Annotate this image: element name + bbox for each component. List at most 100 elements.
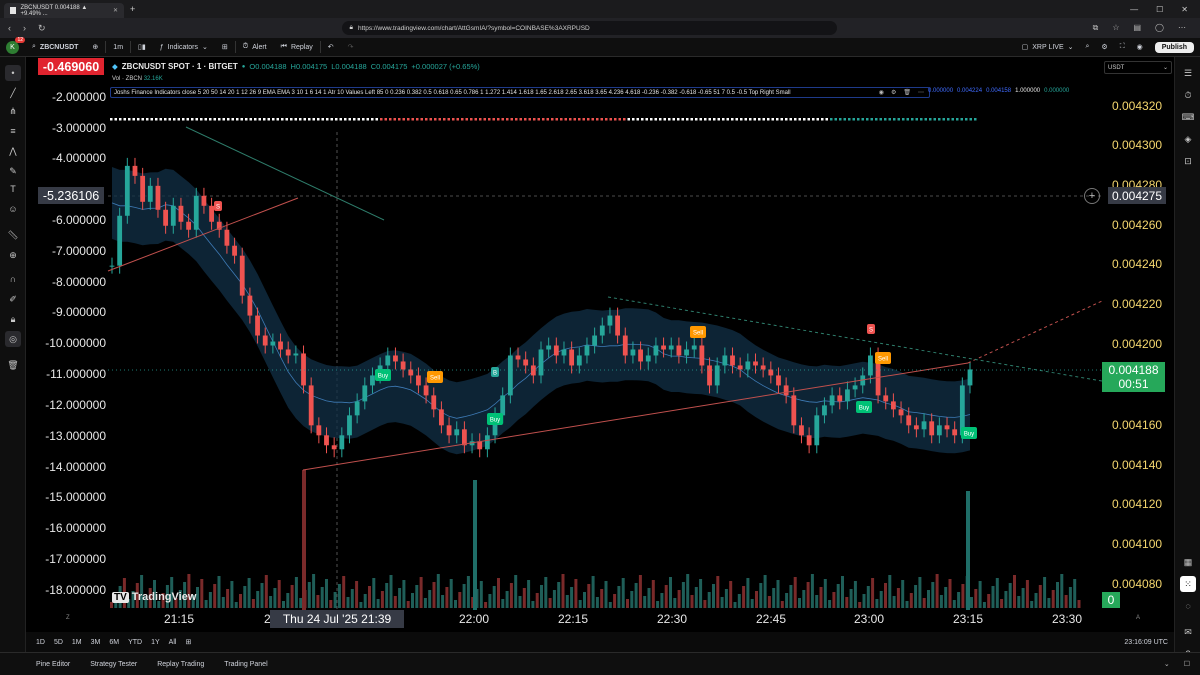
range-button[interactable]: 6M bbox=[109, 639, 119, 646]
minimize-icon[interactable]: — bbox=[1130, 5, 1138, 14]
fib-tool-icon[interactable]: ≡ bbox=[5, 123, 21, 139]
candle-body bbox=[906, 415, 912, 426]
calendar-icon[interactable]: ▦ bbox=[1180, 554, 1196, 570]
tab-trading-panel[interactable]: Trading Panel bbox=[224, 661, 267, 668]
signal-dot bbox=[641, 118, 644, 121]
tab-strategy-tester[interactable]: Strategy Tester bbox=[90, 661, 137, 668]
left-axis-tick: -14.000000 bbox=[45, 460, 106, 474]
fullscreen-icon[interactable]: ⛶ bbox=[1120, 43, 1125, 51]
timezone-clock[interactable]: 23:16:09 UTC bbox=[1124, 639, 1174, 646]
more-icon[interactable]: ⋯ bbox=[918, 89, 924, 96]
currency-select[interactable]: USDT ⌄ bbox=[1104, 61, 1172, 74]
candle-body bbox=[668, 345, 674, 350]
close-window-icon[interactable]: ✕ bbox=[1181, 5, 1188, 14]
quick-search-icon[interactable]: ⌕ bbox=[1086, 43, 1090, 51]
hide-drawings-icon[interactable]: ◎ bbox=[5, 331, 21, 347]
url-field[interactable]: 🔒︎ https://www.tradingview.com/chart/Att… bbox=[341, 21, 837, 35]
new-tab-icon[interactable]: + bbox=[130, 4, 135, 14]
hotlist-icon[interactable]: ⊡ bbox=[1180, 153, 1196, 169]
trend-line-tool-icon[interactable]: ╱ bbox=[5, 85, 21, 101]
undo-button[interactable]: ↶ bbox=[321, 38, 341, 56]
redo-button[interactable]: ↷ bbox=[341, 38, 361, 56]
more-icon[interactable]: ⋯ bbox=[1178, 23, 1186, 33]
range-button[interactable]: 3M bbox=[91, 639, 101, 646]
dots-grid-icon[interactable]: ⁙ bbox=[1180, 576, 1196, 592]
volume-bar bbox=[802, 590, 806, 608]
favorites-icon[interactable]: ☆ bbox=[1112, 23, 1119, 33]
calendar-icon[interactable]: ⊞ bbox=[185, 638, 191, 646]
browser-tab[interactable]: ZBCNUSDT 0.004188 ▲ +9.49% ... ✕ bbox=[4, 3, 124, 18]
forward-icon[interactable]: › bbox=[23, 23, 26, 34]
chart-type-button[interactable]: ▯▮ bbox=[131, 38, 153, 56]
volume-legend[interactable]: Vol · ZBCN 32.16K bbox=[112, 76, 163, 82]
time-axis[interactable]: 21:15 2 22:00 22:15 22:30 22:45 23:00 23… bbox=[26, 610, 1174, 632]
volume-bar bbox=[1034, 593, 1038, 608]
range-button[interactable]: 1D bbox=[36, 639, 45, 646]
chevron-down-icon[interactable]: ⌄ bbox=[1164, 660, 1170, 668]
templates-button[interactable]: ⊞ bbox=[215, 38, 235, 56]
brush-tool-icon[interactable]: ✎ bbox=[5, 163, 21, 179]
camera-icon[interactable]: ◉ bbox=[1137, 43, 1143, 51]
settings-gear-icon[interactable]: ⚙ bbox=[891, 89, 896, 96]
back-icon[interactable]: ‹ bbox=[8, 23, 11, 34]
volume-bar bbox=[1017, 596, 1021, 608]
symbol-search-button[interactable]: ⌕ ZBCNUSDT bbox=[25, 38, 85, 56]
compare-symbol-button[interactable]: ⊕ bbox=[85, 38, 105, 56]
ruler-tool-icon[interactable]: 📏︎ bbox=[5, 227, 21, 243]
right-price-axis[interactable]: 0.004320 0.004300 0.004280 0.004260 0.00… bbox=[1102, 57, 1174, 610]
eye-icon[interactable]: ◉ bbox=[879, 89, 884, 96]
ideas-icon[interactable]: ◌ bbox=[1180, 598, 1196, 614]
layout-button[interactable]: ▢ XRP LIVE ⌄ bbox=[1022, 43, 1074, 52]
volume-bar bbox=[707, 592, 711, 608]
range-button[interactable]: All bbox=[169, 639, 177, 646]
magnet-tool-icon[interactable]: ∩ bbox=[5, 271, 21, 287]
emoji-tool-icon[interactable]: ☺ bbox=[5, 201, 21, 217]
left-axis-tick: -7.000000 bbox=[51, 244, 106, 258]
signal-dot bbox=[452, 118, 455, 121]
left-axis-auto-icon[interactable]: Z bbox=[66, 615, 70, 621]
extensions-icon[interactable]: ⧉ bbox=[1093, 23, 1099, 33]
collections-icon[interactable]: ▤ bbox=[1133, 23, 1141, 33]
pattern-tool-icon[interactable]: ⋀ bbox=[5, 143, 21, 159]
range-button[interactable]: 5D bbox=[54, 639, 63, 646]
candle-body bbox=[255, 315, 260, 336]
indicators-button[interactable]: ƒ Indicators ⌄ bbox=[153, 38, 215, 56]
maximize-panel-icon[interactable]: ☐ bbox=[1184, 660, 1190, 668]
publish-button[interactable]: Publish bbox=[1154, 41, 1194, 53]
lock-drawings-icon[interactable]: 🔒︎ bbox=[5, 311, 21, 327]
replay-button[interactable]: ⏮ Replay bbox=[274, 38, 320, 56]
settings-gear-icon[interactable]: ⚙ bbox=[1101, 43, 1107, 51]
watchlist-icon[interactable]: ☰ bbox=[1180, 65, 1196, 81]
crosshair-tool-icon[interactable]: • bbox=[5, 65, 21, 81]
time-axis-tick: 22:30 bbox=[657, 612, 688, 626]
chart-pane[interactable]: Buy Sell Buy Sell Sell Buy Buy S B S bbox=[26, 57, 1102, 610]
auto-scale-icon[interactable]: A bbox=[1136, 615, 1140, 621]
interval-button[interactable]: 1m bbox=[106, 38, 130, 56]
indicator-legend[interactable]: Joshs Finance Indicators close 5 20 50 1… bbox=[110, 87, 930, 98]
notifications-icon[interactable]: ✉ bbox=[1180, 624, 1196, 640]
layers-icon[interactable]: ◈ bbox=[1180, 131, 1196, 147]
tab-replay-trading[interactable]: Replay Trading bbox=[157, 661, 204, 668]
left-price-axis[interactable]: -2.000000 -3.000000 -4.000000 -6.000000 … bbox=[26, 57, 108, 610]
close-tab-icon[interactable]: ✕ bbox=[113, 7, 118, 14]
range-button[interactable]: 1M bbox=[72, 639, 82, 646]
maximize-icon[interactable]: ☐ bbox=[1156, 5, 1163, 14]
add-plus-icon[interactable]: + bbox=[1084, 188, 1100, 204]
range-button[interactable]: YTD bbox=[128, 639, 142, 646]
range-button[interactable]: 1Y bbox=[151, 639, 160, 646]
trash-icon[interactable]: 🗑︎ bbox=[903, 89, 911, 96]
volume-bar bbox=[944, 587, 948, 608]
trash-icon[interactable]: 🗑︎ bbox=[5, 357, 21, 373]
reload-icon[interactable]: ↻ bbox=[38, 23, 46, 34]
symbol-legend[interactable]: ◆ ZBCNUSDT SPOT · 1 · BITGET ● O0.004188… bbox=[112, 62, 480, 71]
text-tool-icon[interactable]: T bbox=[5, 181, 21, 197]
zoom-in-tool-icon[interactable]: ⊕ bbox=[5, 247, 21, 263]
data-window-icon[interactable]: ⌨ bbox=[1180, 109, 1196, 125]
tab-pine-editor[interactable]: Pine Editor bbox=[36, 661, 70, 668]
avatar[interactable]: K 12 bbox=[6, 36, 25, 54]
stay-in-drawing-icon[interactable]: ✐ bbox=[5, 291, 21, 307]
alerts-clock-icon[interactable]: ⏱︎ bbox=[1180, 87, 1196, 103]
pitchfork-tool-icon[interactable]: ⋔ bbox=[5, 103, 21, 119]
profile-icon[interactable]: ◯ bbox=[1155, 23, 1164, 33]
alert-button[interactable]: ⏰︎ Alert bbox=[236, 38, 274, 56]
